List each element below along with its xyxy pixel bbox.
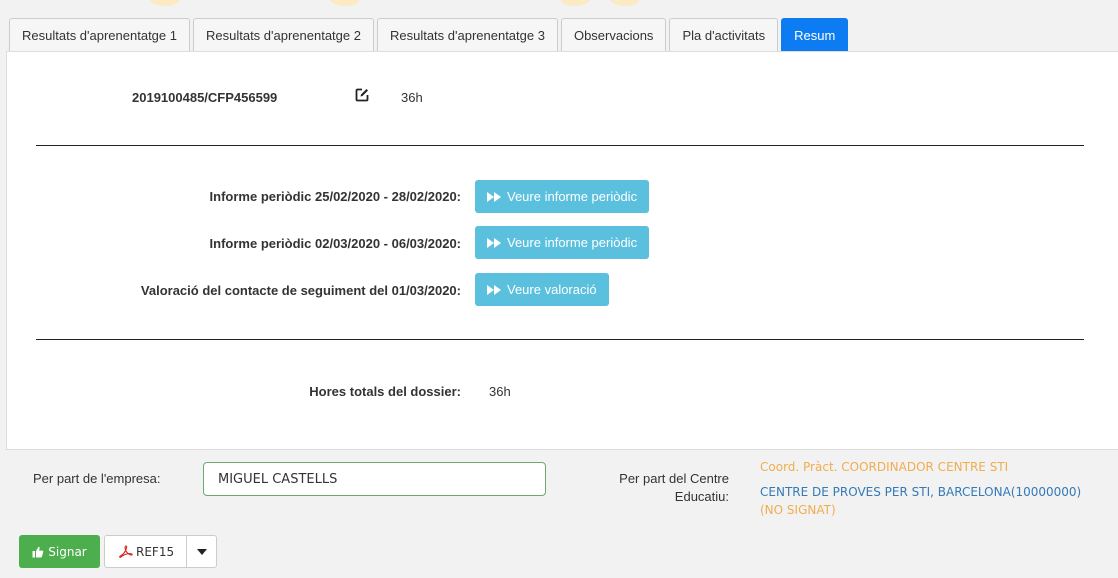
divider [36, 145, 1084, 146]
ref-label: REF15 [136, 544, 175, 559]
tab-bar: Resultats d'aprenentatge 1 Resultats d'a… [9, 18, 849, 51]
report-1-label: Informe periòdic 25/02/2020 - 28/02/2020… [209, 189, 461, 204]
company-label: Per part de l'empresa: [33, 471, 161, 486]
ref-pdf-button[interactable]: REF15 [105, 536, 188, 567]
centre-label-line2: Educatiu: [674, 489, 729, 504]
sign-button[interactable]: Signar [19, 535, 100, 568]
signature-status: (NO SIGNAT) [760, 503, 836, 517]
centre-label-line1: Per part del Centre [619, 471, 729, 486]
fast-forward-icon [487, 191, 501, 202]
ref-button-group: REF15 [104, 535, 218, 568]
total-hours-label: Hores totals del dossier: [309, 384, 461, 399]
report-2-label: Informe periòdic 02/03/2020 - 06/03/2020… [209, 236, 461, 251]
view-report-1-label: Veure informe periòdic [507, 189, 638, 204]
tab-resultats-1[interactable]: Resultats d'aprenentatge 1 [9, 18, 190, 51]
view-assessment-button[interactable]: Veure valoració [475, 273, 609, 306]
tab-resum[interactable]: Resum [781, 18, 849, 51]
company-signer-field[interactable]: MIGUEL CASTELLS [203, 462, 546, 496]
view-assessment-label: Veure valoració [507, 282, 597, 297]
total-hours-value: 36h [489, 384, 511, 399]
ref-dropdown-button[interactable] [187, 536, 216, 567]
dossier-hours: 36h [401, 90, 423, 105]
tab-observacions[interactable]: Observacions [560, 18, 667, 51]
divider [36, 339, 1084, 340]
tab-resultats-2[interactable]: Resultats d'aprenentatge 2 [192, 18, 374, 51]
coordinator-line: Coord. Pràct. COORDINADOR CENTRE STI [760, 460, 1009, 474]
edit-icon[interactable] [355, 88, 369, 102]
dossier-code: 2019100485/CFP456599 [132, 90, 278, 105]
fast-forward-icon [487, 284, 501, 295]
assessment-label: Valoració del contacte de seguiment del … [140, 283, 461, 298]
caret-down-icon [196, 548, 207, 555]
view-report-2-label: Veure informe periòdic [507, 235, 638, 250]
sign-button-label: Signar [48, 544, 87, 559]
watermark [0, 0, 1118, 12]
centre-line: CENTRE DE PROVES PER STI, BARCELONA(1000… [760, 485, 1082, 499]
view-report-2-button[interactable]: Veure informe periòdic [475, 226, 650, 259]
tab-resultats-3[interactable]: Resultats d'aprenentatge 3 [376, 18, 558, 51]
thumbs-up-icon [32, 546, 44, 557]
tab-pla-activitats[interactable]: Pla d'activitats [669, 18, 779, 51]
view-report-1-button[interactable]: Veure informe periòdic [475, 180, 650, 213]
pdf-icon [119, 545, 133, 558]
fast-forward-icon [487, 237, 501, 248]
